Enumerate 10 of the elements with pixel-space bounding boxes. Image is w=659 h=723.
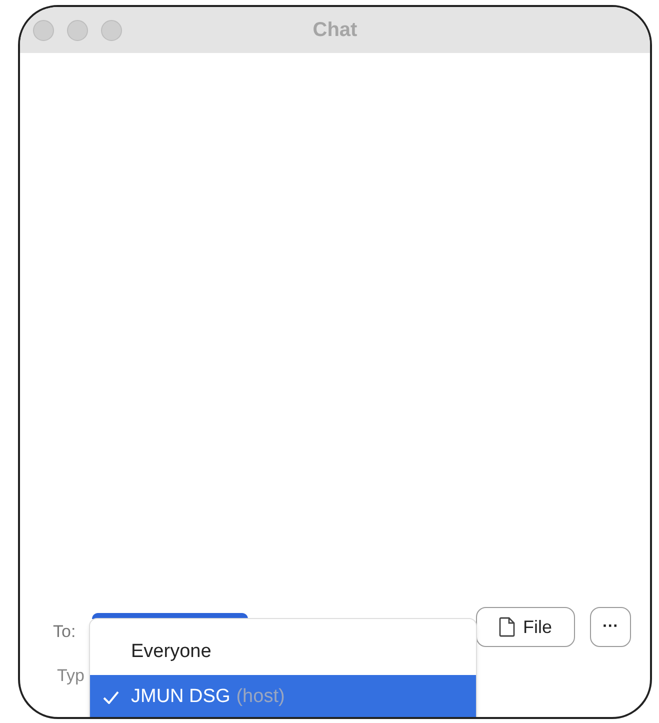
checkmark-icon [102,691,118,704]
window-title: Chat [312,18,358,43]
to-label: To: [53,621,76,643]
window-control-icon[interactable] [67,20,88,40]
menu-item[interactable]: JMUN DSG (host) [90,675,476,717]
window-control-icon[interactable] [33,20,54,40]
window-control-icon[interactable] [101,20,122,40]
document-icon [498,617,515,637]
recipient-name: Everyone [131,640,212,664]
more-button[interactable]: ··· [590,607,631,647]
